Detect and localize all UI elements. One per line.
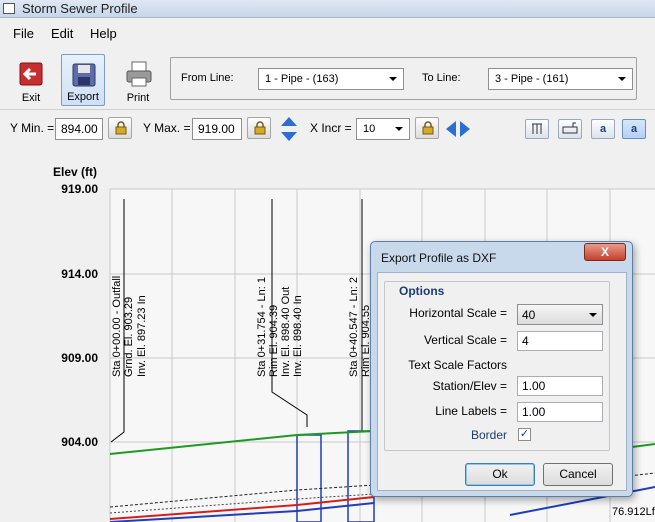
structure-annotation: Rim El. 904.39 (268, 305, 280, 377)
column-icon (532, 123, 542, 134)
to-line-label: To Line: (422, 72, 461, 84)
exit-icon (19, 62, 43, 86)
station-elev-input[interactable]: 1.00 (517, 376, 603, 396)
y-tick-label: 914.00 (61, 267, 98, 281)
ok-button[interactable]: Ok (465, 463, 535, 486)
exit-label: Exit (21, 92, 41, 104)
chevron-down-icon (618, 77, 626, 81)
lock-icon (254, 121, 266, 135)
horizontal-scale-label: Horizontal Scale = (409, 306, 507, 320)
structure-annotation: Sta 0+31.754 - Ln: 1 (256, 277, 268, 377)
cancel-button[interactable]: Cancel (543, 463, 613, 486)
chevron-down-icon (589, 313, 597, 317)
column-tool-button[interactable] (525, 119, 549, 139)
chevron-down-icon (389, 77, 397, 81)
pipe-tool-button[interactable] (558, 119, 582, 139)
title-bar: Storm Sewer Profile (0, 0, 655, 18)
xincr-lock-button[interactable] (415, 117, 439, 139)
y-axis-label: Elev (ft) (53, 165, 97, 179)
border-label: Border (470, 428, 507, 442)
y-tick-label: 919.00 (61, 182, 98, 196)
export-label: Export (67, 91, 99, 103)
scale-bar: Y Min. = 894.00 Y Max. = 919.00 X Incr =… (0, 111, 655, 147)
vertical-scale-input[interactable]: 4 (517, 331, 603, 351)
up-down-arrows-icon[interactable] (280, 116, 298, 142)
structure-annotation: Grnd. El. 903.29 (123, 297, 135, 377)
dialog-close-button[interactable]: X (584, 243, 626, 261)
left-right-arrows-icon[interactable] (445, 120, 471, 138)
window-title: Storm Sewer Profile (22, 1, 138, 16)
dialog-title: Export Profile as DXF (381, 251, 497, 265)
floppy-disk-icon (72, 63, 96, 87)
line-selector-group: From Line: 1 - Pipe - (163) To Line: 3 -… (170, 57, 637, 100)
from-line-value: 1 - Pipe - (163) (265, 73, 339, 85)
lock-icon (422, 121, 434, 135)
ymin-label: Y Min. = (10, 121, 55, 135)
structure-annotation: Inv. El. 898.40 In (292, 295, 304, 377)
from-line-select[interactable]: 1 - Pipe - (163) (258, 68, 404, 90)
corner-annotation: 76.912Lf - (612, 506, 655, 518)
print-button[interactable]: Print (116, 54, 160, 106)
options-title: Options (397, 284, 447, 298)
printer-icon (126, 61, 152, 87)
line-labels-label: Line Labels = (435, 404, 507, 418)
ymin-lock-button[interactable] (108, 117, 132, 139)
app-icon (3, 3, 15, 14)
chevron-down-icon (395, 127, 403, 131)
from-line-label: From Line: (181, 72, 234, 84)
lock-icon (115, 121, 127, 135)
text-scale-factors-label: Text Scale Factors (408, 358, 507, 372)
structure-annotation: Inv. El. 897.23 In (136, 295, 148, 377)
y-tick-label: 904.00 (61, 435, 98, 449)
export-dxf-dialog: Export Profile as DXF X Options Horizont… (370, 241, 633, 497)
text-tool-button[interactable]: a (591, 119, 615, 139)
text-bold-tool-button[interactable]: a (622, 119, 646, 139)
horizontal-scale-select[interactable]: 40 (517, 304, 603, 325)
border-checkbox[interactable]: ✓ (518, 428, 531, 441)
exit-button[interactable]: Exit (9, 54, 53, 106)
horizontal-scale-value: 40 (522, 308, 536, 322)
menu-help[interactable]: Help (90, 26, 117, 41)
ymax-label: Y Max. = (143, 121, 191, 135)
vertical-scale-label: Vertical Scale = (423, 333, 507, 347)
options-group: Options Horizontal Scale = 40 Vertical S… (384, 281, 610, 451)
line-labels-input[interactable]: 1.00 (517, 402, 603, 422)
dialog-body: Options Horizontal Scale = 40 Vertical S… (377, 272, 627, 491)
structure-annotation: Sta 0+40.547 - Ln: 2 (348, 277, 360, 377)
y-tick-label: 909.00 (61, 351, 98, 365)
to-line-select[interactable]: 3 - Pipe - (161) (488, 68, 633, 90)
ymin-input[interactable]: 894.00 (55, 118, 103, 140)
structure-annotation: Inv. El. 898.40 Out (280, 287, 292, 377)
xincr-select[interactable]: 10 (356, 118, 410, 140)
ymax-input[interactable]: 919.00 (192, 118, 242, 140)
xincr-value: 10 (363, 123, 376, 135)
menu-file[interactable]: File (13, 26, 34, 41)
ymax-lock-button[interactable] (247, 117, 271, 139)
pipe-icon (562, 122, 578, 134)
export-button[interactable]: Export (61, 54, 105, 106)
menu-edit[interactable]: Edit (51, 26, 73, 41)
xincr-label: X Incr = (310, 121, 352, 135)
structure-annotation: Sta 0+00.00 - Outfall (111, 276, 123, 377)
menu-bar: File Edit Help (0, 18, 655, 48)
print-label: Print (126, 92, 150, 104)
to-line-value: 3 - Pipe - (161) (495, 73, 569, 85)
station-elev-label: Station/Elev = (432, 379, 507, 393)
